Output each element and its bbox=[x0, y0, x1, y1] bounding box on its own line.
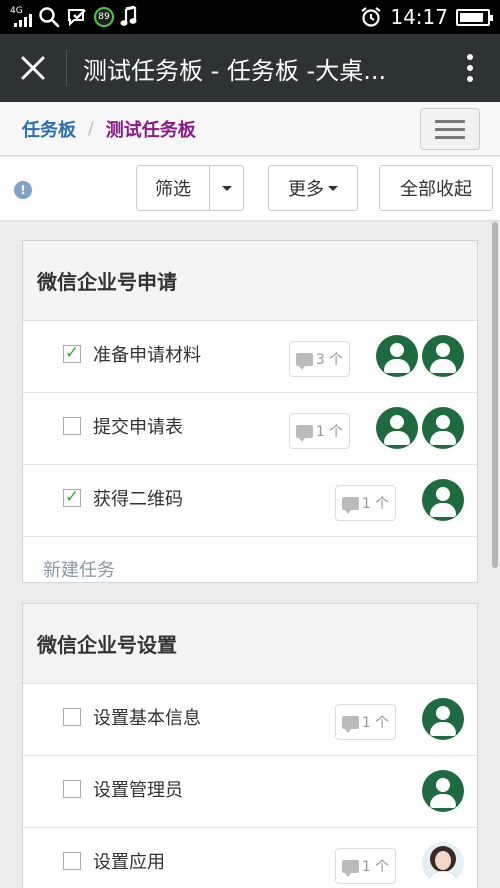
comment-count: 1 个 bbox=[361, 496, 390, 512]
comment-icon bbox=[341, 496, 359, 514]
task-label[interactable]: 设置基本信息 bbox=[93, 704, 201, 730]
hamburger-icon-line bbox=[435, 127, 465, 131]
checkmark-icon: ✓ bbox=[65, 343, 80, 363]
task-label[interactable]: 设置应用 bbox=[93, 848, 165, 874]
comment-icon bbox=[295, 352, 313, 370]
task-label[interactable]: 获得二维码 bbox=[93, 485, 183, 511]
filter-button[interactable]: 筛选 bbox=[136, 165, 210, 211]
alarm-clock-icon bbox=[361, 7, 382, 27]
task-label[interactable]: 设置管理员 bbox=[93, 776, 183, 802]
task-list-title[interactable]: 微信企业号设置 bbox=[23, 604, 477, 684]
board-toolbar: ! 筛选 更多 全部收起 bbox=[0, 157, 500, 221]
avatar[interactable] bbox=[422, 407, 464, 449]
hamburger-menu-button[interactable] bbox=[420, 108, 480, 150]
task-checkbox[interactable] bbox=[63, 708, 81, 726]
badge-89-icon: 89 bbox=[94, 7, 114, 27]
comment-count-button[interactable]: 3 个 bbox=[289, 341, 350, 377]
hamburger-icon bbox=[435, 119, 465, 123]
more-vertical-icon-dot bbox=[467, 65, 473, 71]
task-label[interactable]: 提交申请表 bbox=[93, 413, 183, 439]
comment-count-button[interactable]: 1 个 bbox=[335, 485, 396, 521]
music-note-icon bbox=[120, 6, 137, 26]
avatar[interactable] bbox=[422, 479, 464, 521]
comment-count: 1 个 bbox=[361, 859, 390, 875]
status-time: 14:17 bbox=[390, 5, 448, 29]
more-vertical-icon bbox=[467, 54, 473, 60]
task-checkbox[interactable] bbox=[63, 417, 81, 435]
signal-icon: 4G bbox=[10, 7, 32, 27]
hamburger-icon-line bbox=[435, 135, 465, 139]
comment-icon bbox=[341, 715, 359, 733]
status-bar: 4G 89 14:17 bbox=[0, 0, 500, 34]
board-content: 微信企业号申请 ✓ 准备申请材料 3 个 提交申请表 1 个 ✓ 获得二维码 1… bbox=[0, 222, 500, 888]
task-list-card: 微信企业号申请 ✓ 准备申请材料 3 个 提交申请表 1 个 ✓ 获得二维码 1… bbox=[22, 240, 478, 583]
breadcrumb: 任务板 / 测试任务板 bbox=[0, 102, 500, 156]
page-title: 测试任务板 - 任务板 -大桌... bbox=[83, 56, 387, 85]
task-row[interactable]: 设置基本信息 1 个 bbox=[23, 684, 477, 756]
new-task-link[interactable]: 新建任务 bbox=[23, 537, 477, 601]
more-options-button[interactable] bbox=[440, 54, 500, 82]
collapse-all-label: 全部收起 bbox=[400, 179, 472, 200]
wechat-check-icon bbox=[68, 9, 86, 27]
comment-count-button[interactable]: 1 个 bbox=[335, 848, 396, 884]
comment-count-button[interactable]: 1 个 bbox=[289, 413, 350, 449]
search-icon bbox=[39, 7, 60, 28]
comment-count-button[interactable]: 1 个 bbox=[335, 704, 396, 740]
close-button[interactable] bbox=[0, 34, 66, 102]
task-list-title[interactable]: 微信企业号申请 bbox=[23, 241, 477, 321]
avatar[interactable] bbox=[422, 770, 464, 812]
filter-label: 筛选 bbox=[155, 179, 191, 200]
task-checkbox[interactable] bbox=[63, 780, 81, 798]
avatar[interactable] bbox=[376, 407, 418, 449]
avatar-photo[interactable] bbox=[422, 842, 464, 884]
app-bar: 测试任务板 - 任务板 -大桌... bbox=[0, 34, 500, 102]
chevron-down-icon bbox=[221, 185, 232, 191]
info-icon[interactable]: ! bbox=[14, 181, 32, 199]
task-checkbox[interactable] bbox=[63, 852, 81, 870]
info-icon-glyph: ! bbox=[20, 183, 26, 197]
task-checkbox[interactable]: ✓ bbox=[63, 343, 81, 363]
task-row[interactable]: ✓ 准备申请材料 3 个 bbox=[23, 321, 477, 393]
more-vertical-icon-dot bbox=[467, 76, 473, 82]
scrollbar[interactable] bbox=[492, 222, 498, 568]
comment-icon bbox=[341, 859, 359, 877]
comment-count: 1 个 bbox=[361, 715, 390, 731]
avatar[interactable] bbox=[422, 335, 464, 377]
more-button[interactable]: 更多 bbox=[268, 165, 358, 211]
task-row[interactable]: ✓ 获得二维码 1 个 bbox=[23, 465, 477, 537]
breadcrumb-parent-link[interactable]: 任务板 bbox=[22, 116, 76, 142]
task-checkbox[interactable]: ✓ bbox=[63, 487, 81, 507]
task-row[interactable]: 设置应用 1 个 bbox=[23, 828, 477, 888]
comment-count: 1 个 bbox=[315, 424, 344, 440]
task-row[interactable]: 提交申请表 1 个 bbox=[23, 393, 477, 465]
battery-icon bbox=[456, 8, 493, 26]
breadcrumb-separator: / bbox=[88, 118, 94, 139]
more-label: 更多 bbox=[288, 179, 324, 200]
collapse-all-button[interactable]: 全部收起 bbox=[379, 165, 493, 211]
close-icon bbox=[21, 56, 45, 80]
avatar[interactable] bbox=[376, 335, 418, 377]
comment-icon bbox=[295, 424, 313, 442]
badge-89-label: 89 bbox=[98, 12, 110, 22]
avatar[interactable] bbox=[422, 698, 464, 740]
task-label[interactable]: 准备申请材料 bbox=[93, 341, 201, 367]
task-list-card: 微信企业号设置 设置基本信息 1 个 设置管理员 设置应用 1 个 bbox=[22, 603, 478, 888]
comment-count: 3 个 bbox=[315, 352, 344, 368]
breadcrumb-current: 测试任务板 bbox=[105, 119, 196, 141]
chevron-down-icon bbox=[328, 185, 338, 191]
task-row[interactable]: 设置管理员 bbox=[23, 756, 477, 828]
filter-dropdown-button[interactable] bbox=[209, 165, 244, 211]
checkmark-icon: ✓ bbox=[65, 487, 80, 507]
